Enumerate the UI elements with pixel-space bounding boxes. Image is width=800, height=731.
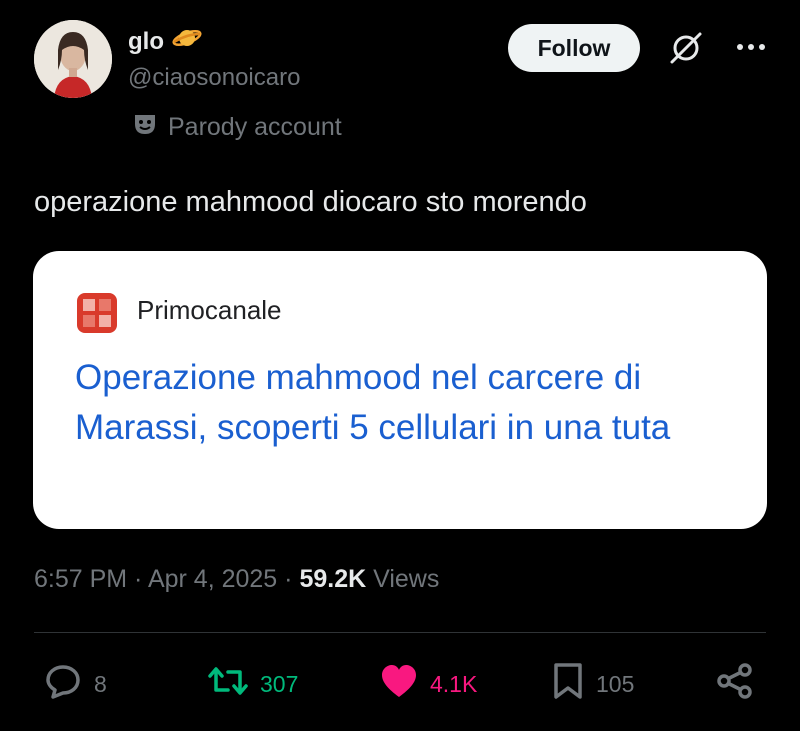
reply-button[interactable]: 8: [44, 664, 107, 704]
meta-separator: ·: [277, 565, 300, 593]
avatar[interactable]: [34, 20, 112, 98]
primocanale-favicon-icon: [77, 293, 117, 333]
reply-count: 8: [94, 670, 107, 697]
author-handle[interactable]: @ciaosonoicaro: [128, 64, 300, 92]
card-source: Primocanale: [137, 295, 282, 325]
reply-icon: [44, 663, 82, 705]
bookmark-count: 105: [596, 670, 635, 697]
card-headline[interactable]: Operazione mahmood nel carcere di Marass…: [75, 353, 735, 453]
parody-label-text: Parody account: [168, 113, 342, 141]
author-name[interactable]: glo: [128, 28, 164, 56]
tweet-meta: 6:57 PM · Apr 4, 2025 · 59.2K Views: [34, 565, 439, 594]
divider: [34, 632, 766, 633]
grok-icon[interactable]: [668, 30, 704, 71]
repost-icon: [208, 664, 248, 704]
author-name-row[interactable]: glo: [128, 26, 202, 57]
tweet-text: operazione mahmood diocaro sto morendo: [34, 186, 587, 218]
parody-label: Parody account: [132, 112, 342, 143]
meta-separator: ·: [127, 565, 148, 593]
bookmark-icon: [552, 662, 584, 706]
link-card[interactable]: Primocanale Operazione mahmood nel carce…: [33, 251, 767, 529]
heart-icon: [380, 664, 418, 704]
like-button[interactable]: 4.1K: [380, 664, 477, 704]
theater-masks-icon: [132, 112, 158, 143]
tweet-time[interactable]: 6:57 PM: [34, 565, 127, 593]
ringed-planet-icon: [172, 26, 202, 57]
views-label: Views: [366, 565, 440, 593]
follow-button[interactable]: Follow: [508, 24, 640, 72]
repost-count: 307: [260, 670, 299, 697]
bookmark-button[interactable]: 105: [552, 662, 635, 706]
share-icon: [716, 662, 754, 706]
repost-button[interactable]: 307: [208, 664, 298, 704]
share-button[interactable]: [716, 662, 754, 706]
tweet-date[interactable]: Apr 4, 2025: [148, 565, 277, 593]
more-icon[interactable]: [734, 34, 768, 65]
like-count: 4.1K: [430, 670, 478, 697]
views-count: 59.2K: [299, 565, 367, 593]
